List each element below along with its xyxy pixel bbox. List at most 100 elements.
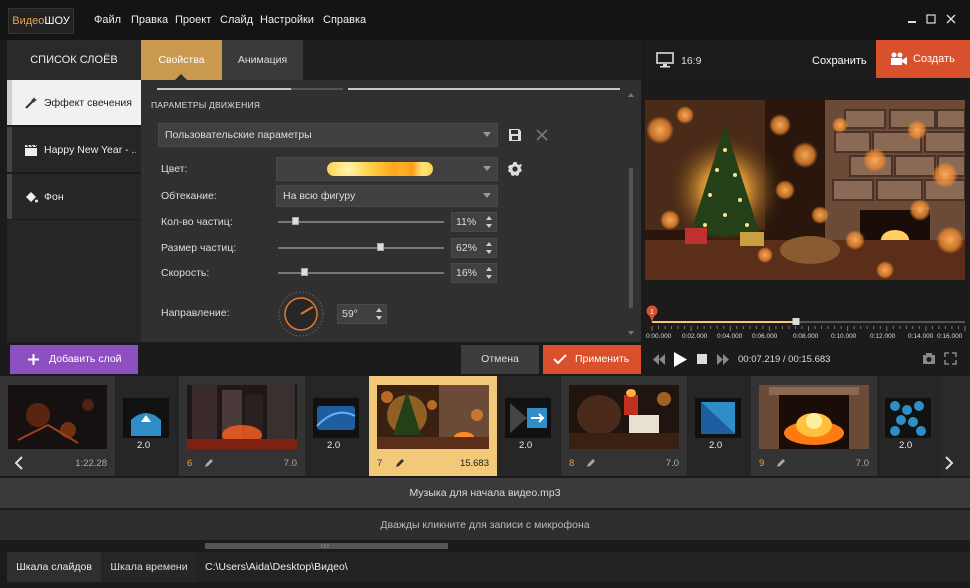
count-slider-thumb[interactable] bbox=[292, 217, 300, 225]
slide-item[interactable]: 9 7.0 bbox=[751, 376, 877, 476]
transition-item[interactable]: 2.0 bbox=[305, 376, 369, 476]
ruler-tick-label: 0:08.000 bbox=[793, 333, 819, 340]
tab-slide-strip[interactable]: Шкала слайдов bbox=[7, 552, 101, 582]
magic-wand-icon bbox=[24, 96, 38, 110]
save-button[interactable]: Сохранить bbox=[812, 55, 867, 67]
save-preset-icon[interactable] bbox=[507, 127, 523, 143]
preview-video[interactable] bbox=[645, 100, 965, 280]
cancel-button[interactable]: Отмена bbox=[461, 345, 539, 374]
slide-number: 9 bbox=[759, 458, 765, 469]
slide-item[interactable]: 6 7.0 bbox=[179, 376, 305, 476]
menu-help[interactable]: Справка bbox=[323, 14, 366, 26]
size-slider-track[interactable] bbox=[278, 247, 444, 249]
maximize-icon[interactable] bbox=[924, 12, 938, 26]
transition-item[interactable]: 2.0 bbox=[497, 376, 561, 476]
strip-scroll-right-icon[interactable] bbox=[943, 455, 955, 471]
speed-stepper[interactable]: 16% bbox=[451, 263, 497, 283]
transition-item[interactable]: 2.0 bbox=[877, 376, 941, 476]
project-path: C:\Users\Aida\Desktop\Видео\ bbox=[197, 552, 970, 582]
menu-slide[interactable]: Слайд bbox=[220, 14, 253, 26]
slide-item-selected[interactable]: 7 15.683 bbox=[369, 376, 497, 476]
transition-duration: 2.0 bbox=[899, 440, 913, 451]
color-picker[interactable] bbox=[276, 157, 498, 181]
chevron-down-icon bbox=[483, 132, 491, 137]
ruler-tick-label: 0:12.000 bbox=[870, 333, 896, 340]
gear-icon[interactable] bbox=[507, 161, 523, 177]
play-icon[interactable] bbox=[672, 351, 688, 368]
pencil-icon[interactable] bbox=[586, 458, 596, 468]
timeline-playhead[interactable] bbox=[792, 318, 800, 325]
ruler-tick-label: 0:00.000 bbox=[646, 333, 672, 340]
playback-time: 00:07.219 / 00:15.683 bbox=[738, 354, 831, 365]
aspect-ratio[interactable]: 16:9 bbox=[681, 55, 701, 67]
apply-button[interactable]: Применить bbox=[543, 345, 641, 374]
horizontal-scrollbar[interactable] bbox=[0, 541, 970, 549]
transition-item[interactable]: 2.0 bbox=[115, 376, 179, 476]
mic-track[interactable]: Дважды кликните для записи с микрофона bbox=[0, 510, 970, 540]
pencil-icon[interactable] bbox=[395, 458, 405, 468]
tab-animation[interactable]: Анимация bbox=[222, 40, 303, 80]
count-slider-track[interactable] bbox=[278, 221, 444, 223]
timeline-marker[interactable]: 1 bbox=[650, 309, 654, 316]
layer-item-background[interactable]: Фон bbox=[7, 174, 141, 220]
slide-duration: 1:22.28 bbox=[75, 458, 107, 469]
spin-up-icon[interactable] bbox=[486, 242, 492, 246]
size-slider-thumb[interactable] bbox=[376, 243, 384, 251]
layer-label: Эффект свечения bbox=[44, 97, 132, 109]
preview-timeline[interactable]: 1 0:00.000 0:02.000 0:04.000 0:06.000 0:… bbox=[645, 300, 970, 342]
transition-item[interactable]: 2.0 bbox=[687, 376, 751, 476]
spin-down-icon[interactable] bbox=[486, 275, 492, 279]
pencil-icon[interactable] bbox=[776, 458, 786, 468]
music-track[interactable]: Музыка для начала видео.mp3 bbox=[0, 478, 970, 508]
create-button[interactable]: Создать bbox=[876, 40, 970, 78]
layer-item-happy-new-year[interactable]: Happy New Year - ... bbox=[7, 127, 141, 173]
minimize-icon[interactable] bbox=[905, 12, 919, 26]
monitor-icon[interactable] bbox=[656, 52, 674, 68]
snapshot-icon[interactable] bbox=[922, 352, 936, 365]
menu-file[interactable]: Файл bbox=[94, 14, 121, 26]
tab-timeline[interactable]: Шкала времени bbox=[101, 552, 197, 582]
slide-item[interactable]: 8 7.0 bbox=[561, 376, 687, 476]
color-label: Цвет: bbox=[161, 163, 188, 175]
checkmark-icon bbox=[553, 354, 567, 365]
spin-down-icon[interactable] bbox=[486, 250, 492, 254]
transition-thumbnail bbox=[123, 398, 169, 438]
preset-value: Пользовательские параметры bbox=[165, 129, 312, 141]
add-layer-button[interactable]: Добавить слой bbox=[10, 345, 138, 374]
direction-stepper[interactable]: 59° bbox=[337, 304, 387, 324]
stop-icon[interactable] bbox=[696, 353, 708, 365]
size-stepper[interactable]: 62% bbox=[451, 238, 497, 258]
direction-dial[interactable] bbox=[277, 290, 325, 338]
tab-properties[interactable]: Свойства bbox=[141, 40, 222, 80]
pencil-icon[interactable] bbox=[204, 458, 214, 468]
size-value: 62% bbox=[456, 242, 478, 254]
spin-up-icon[interactable] bbox=[486, 216, 492, 220]
layer-label: Фон bbox=[44, 191, 64, 203]
close-icon[interactable] bbox=[944, 12, 958, 26]
spin-up-icon[interactable] bbox=[486, 267, 492, 271]
fast-forward-icon[interactable] bbox=[716, 353, 730, 366]
slide-thumbnail bbox=[8, 385, 107, 449]
layer-item-glow[interactable]: Эффект свечения bbox=[7, 80, 141, 126]
preset-select[interactable]: Пользовательские параметры bbox=[158, 123, 498, 147]
speed-slider-thumb[interactable] bbox=[300, 268, 308, 276]
spin-down-icon[interactable] bbox=[376, 316, 382, 320]
layer-bar bbox=[7, 174, 12, 219]
properties-scrollbar[interactable] bbox=[627, 90, 635, 338]
spin-down-icon[interactable] bbox=[486, 224, 492, 228]
count-stepper[interactable]: 11% bbox=[451, 212, 497, 232]
delete-preset-icon[interactable] bbox=[535, 128, 549, 142]
wrap-select[interactable]: На всю фигуру bbox=[276, 185, 498, 207]
panel-top-divider bbox=[348, 88, 620, 90]
strip-scroll-left-icon[interactable] bbox=[13, 455, 25, 471]
ruler-tick-label: 0:04.000 bbox=[717, 333, 743, 340]
fullscreen-icon[interactable] bbox=[944, 352, 957, 365]
tabs-spacer bbox=[303, 40, 641, 80]
wrap-value: На всю фигуру bbox=[283, 190, 356, 202]
apply-label: Применить bbox=[575, 353, 630, 365]
menu-settings[interactable]: Настройки bbox=[260, 14, 314, 26]
rewind-icon[interactable] bbox=[652, 353, 666, 366]
menu-edit[interactable]: Правка bbox=[131, 14, 168, 26]
spin-up-icon[interactable] bbox=[376, 308, 382, 312]
menu-project[interactable]: Проект bbox=[175, 14, 211, 26]
